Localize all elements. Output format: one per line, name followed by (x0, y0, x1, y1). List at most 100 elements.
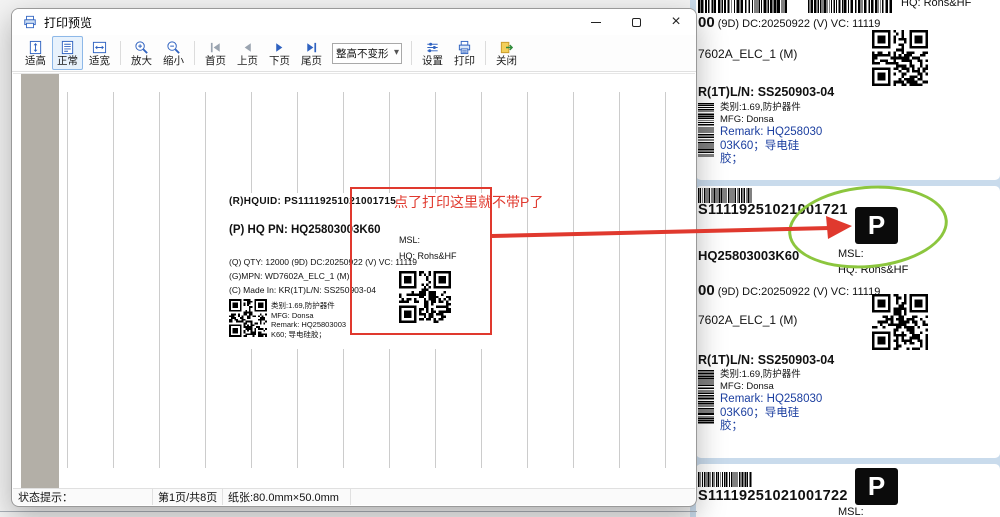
fit-height-button[interactable]: 适高 (20, 36, 51, 70)
preview-remark2-text: K60; 导电硅胶； (271, 330, 346, 340)
titlebar[interactable]: 打印预览 × (12, 9, 696, 35)
preview-mpn-text: (G)MPN: WD7602A_ELC_1 (M) (229, 271, 349, 281)
preview-mfg-text: MFG: Donsa (271, 311, 346, 321)
print-button[interactable]: 打印 (449, 36, 480, 70)
bg-top-mfg-text: MFG: Donsa (720, 114, 822, 126)
scale-mode-select[interactable]: 整高不变形 ▾ (332, 43, 402, 64)
print-icon (457, 39, 473, 55)
status-spacer (351, 489, 695, 505)
bg-top-category-text: 类别:1.69,防护器件 (720, 102, 822, 114)
toolbar-separator (120, 41, 121, 65)
qr-code (229, 299, 267, 337)
bg-top-mpn-text: 7602A_ELC_1 (M) (698, 47, 797, 61)
next-page-icon (272, 39, 288, 55)
chevron-down-icon: ▾ (394, 47, 399, 58)
zoom-out-button[interactable]: 缩小 (158, 36, 189, 70)
normal-view-label: 正常 (57, 56, 78, 67)
maximize-icon (632, 18, 641, 27)
bg-mid-remark3-text: 胶； (720, 420, 822, 434)
bg-mid-lot-text: R(1T)L/N: SS250903-04 (698, 353, 834, 367)
barcode (808, 0, 893, 13)
close-button[interactable]: × (656, 9, 696, 35)
settings-icon (425, 39, 441, 55)
status-paper-size: 纸张:80.0mm×50.0mm (223, 489, 351, 505)
close-preview-button[interactable]: 关闭 (491, 36, 522, 70)
toolbar-separator (411, 41, 412, 65)
last-page-icon (304, 39, 320, 55)
zoom-out-icon (166, 39, 182, 55)
prev-page-label: 上页 (237, 56, 258, 67)
first-page-button[interactable]: 首页 (200, 36, 231, 70)
settings-label: 设置 (422, 56, 443, 67)
bg-top-dc-prefix: 00 (698, 14, 715, 31)
barcode (698, 472, 752, 487)
minimize-button[interactable] (576, 9, 616, 35)
bg-top-lot-text: R(1T)L/N: SS250903-04 (698, 85, 834, 99)
bg-mid-dc-rest: (9D) DC:20250922 (V) VC: 11119 (718, 286, 881, 298)
next-page-button[interactable]: 下页 (264, 36, 295, 70)
settings-button[interactable]: 设置 (417, 36, 448, 70)
fit-height-label: 适高 (25, 56, 46, 67)
bg-mid-pn-text: HQ25803003K60 (698, 248, 799, 263)
bg-mid-category-text: 类别:1.69,防护器件 (720, 369, 822, 381)
qr-code (872, 30, 928, 86)
bg-top-remark3-text: 胶； (720, 153, 822, 167)
bg-top-remark2-text: 03K60；导电硅 (720, 140, 822, 154)
status-hint: 状态提示： (13, 489, 153, 505)
zoom-in-button[interactable]: 放大 (126, 36, 157, 70)
normal-view-button[interactable]: 正常 (52, 36, 83, 70)
bg-mid-detail-column: 类别:1.69,防护器件 MFG: Donsa Remark: HQ258030… (720, 369, 822, 434)
fit-height-icon (28, 39, 44, 55)
prev-page-button[interactable]: 上页 (232, 36, 263, 70)
bg-top-hq-text: HQ: Rohs&HF (901, 0, 971, 9)
toolbar-separator (485, 41, 486, 65)
annotation-text: 点了打印这里就不带P了 (394, 192, 543, 212)
fit-width-label: 适宽 (89, 56, 110, 67)
fit-width-button[interactable]: 适宽 (84, 36, 115, 70)
status-page-indicator: 第1页/共8页 (153, 489, 223, 505)
preview-category-text: 类别:1.69,防护器件 (271, 301, 346, 311)
preview-detail-column: 类别:1.69,防护器件 MFG: Donsa Remark: HQ258030… (271, 301, 346, 339)
scale-mode-value: 整高不变形 (333, 46, 389, 61)
next-page-label: 下页 (269, 56, 290, 67)
preview-area: (R)HQUID: PS11119251021001715 (P) HQ PN:… (13, 73, 695, 488)
window-title: 打印预览 (44, 14, 92, 31)
normal-view-icon (60, 39, 76, 55)
last-page-label: 尾页 (301, 56, 322, 67)
barcode (698, 0, 788, 13)
printer-icon (22, 14, 38, 30)
print-preview-window: 打印预览 × 适高 正常 适宽 放大 (11, 8, 697, 507)
bg-mid-dc-prefix: 00 (698, 282, 715, 299)
fit-width-icon (92, 39, 108, 55)
bg-top-detail-column: 类别:1.69,防护器件 MFG: Donsa Remark: HQ258030… (720, 102, 822, 167)
window-controls: × (576, 9, 696, 35)
close-preview-label: 关闭 (496, 56, 517, 67)
bg-mid-mpn-text: 7602A_ELC_1 (M) (698, 313, 797, 327)
maximize-button[interactable] (616, 9, 656, 35)
status-bar: 状态提示： 第1页/共8页 纸张:80.0mm×50.0mm (13, 488, 695, 505)
print-label: 打印 (454, 56, 475, 67)
toolbar: 适高 正常 适宽 放大 缩小 首页 (12, 35, 696, 72)
bg-mid-remark2-text: 03K60；导电硅 (720, 407, 822, 421)
last-page-button[interactable]: 尾页 (296, 36, 327, 70)
bg-top-dc-rest: (9D) DC:20250922 (V) VC: 11119 (718, 18, 881, 30)
bg-top-remark1-text: Remark: HQ258030 (720, 126, 822, 140)
bg-label-bottom: S11119251021001722 P MSL: (696, 464, 1000, 517)
page-margin-area (21, 74, 59, 488)
exit-icon (499, 39, 515, 55)
bg-label-top: HQ: Rohs&HF 00(9D) DC:20250922 (V) VC: 1… (696, 0, 1000, 180)
barcode-vertical (698, 370, 714, 424)
toolbar-separator (194, 41, 195, 65)
bg-mid-remark1-text: Remark: HQ258030 (720, 393, 822, 407)
bg-bottom-serial-text: S11119251021001722 (698, 488, 848, 504)
barcode (698, 188, 752, 203)
zoom-in-label: 放大 (131, 56, 152, 67)
prev-page-icon (240, 39, 256, 55)
app-bottom-divider (0, 511, 697, 512)
bg-bottom-msl-text: MSL: (838, 506, 864, 517)
p-badge: P (855, 468, 898, 505)
first-page-icon (208, 39, 224, 55)
bg-mid-dc-line: 00(9D) DC:20250922 (V) VC: 11119 (698, 282, 880, 299)
barcode-vertical (698, 103, 714, 157)
zoom-in-icon (134, 39, 150, 55)
